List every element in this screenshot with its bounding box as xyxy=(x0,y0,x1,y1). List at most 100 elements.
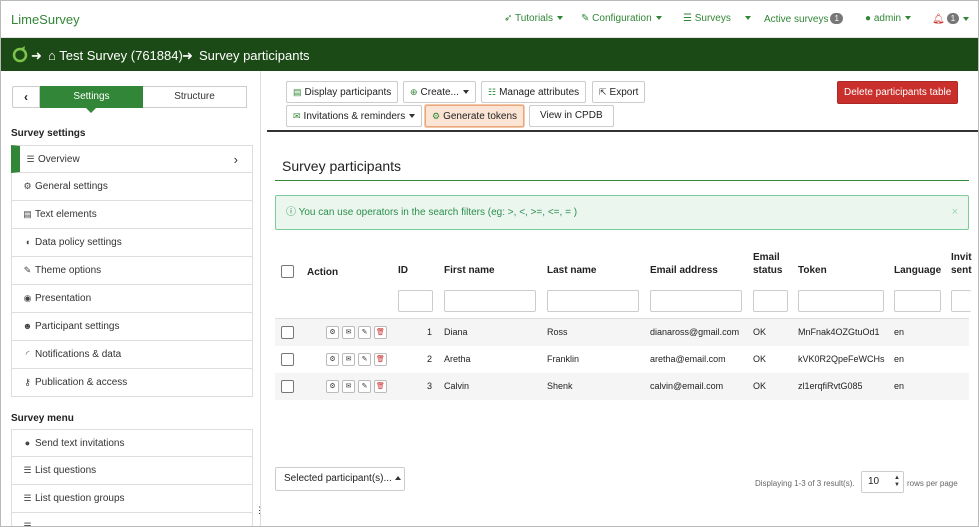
view-in-cpdb-button[interactable]: View in CPDB xyxy=(529,105,614,127)
limesurvey-logo-icon[interactable] xyxy=(11,45,29,63)
invitations-reminders-button[interactable]: ✉ Invitations & reminders xyxy=(286,105,423,127)
active-surveys-link[interactable]: Active surveys 1 xyxy=(764,13,843,25)
column-header-first-name[interactable]: First name xyxy=(444,264,495,277)
delete-trash-icon[interactable]: 🗑︎ xyxy=(374,353,387,366)
sidebar-item-list-question-groups[interactable]: ☰ List question groups xyxy=(11,485,253,513)
table-row: ⚙ ✉ ✎ 🗑︎ 1 Diana Ross dianaross@gmail.co… xyxy=(275,319,969,346)
sidebar-item-partial[interactable]: ☰ xyxy=(11,513,253,526)
document-icon: ▤ xyxy=(23,209,32,219)
delete-participants-table-button[interactable]: Delete participants table xyxy=(837,81,959,104)
filter-id[interactable] xyxy=(398,290,433,312)
column-header-last-name[interactable]: Last name xyxy=(547,264,596,277)
sidebar-resize-handle[interactable]: ⋮ xyxy=(255,505,264,516)
row-checkbox[interactable] xyxy=(281,353,294,366)
column-header-token[interactable]: Token xyxy=(798,264,827,277)
sidebar-item-participant-settings[interactable]: ☻ Participant settings xyxy=(11,313,253,341)
edit-pencil-icon[interactable]: ✎ xyxy=(358,380,371,393)
sidebar-item-send-text-invitations[interactable]: ● Send text invitations xyxy=(11,429,253,457)
cell-email: aretha@email.com xyxy=(650,354,726,364)
breadcrumb-survey[interactable]: ⌂ Test Survey (761884) xyxy=(48,48,183,63)
sidebar-item-overview[interactable]: ☰ Overview › xyxy=(11,145,253,173)
configuration-label: Configuration xyxy=(592,13,652,24)
filter-token[interactable] xyxy=(798,290,884,312)
edit-attributes-gear-icon[interactable]: ⚙ xyxy=(326,326,339,339)
generate-tokens-button[interactable]: ⚙ Generate tokens xyxy=(425,105,525,127)
send-invitation-envelope-icon[interactable]: ✉ xyxy=(342,380,355,393)
updown-icon: ▲ ▼ xyxy=(894,475,900,488)
breadcrumb-bar: ➜ ⌂ Test Survey (761884) ➜ Survey partic… xyxy=(1,38,978,71)
caret-down-icon xyxy=(963,17,970,22)
survey-menu-heading: Survey menu xyxy=(11,413,74,424)
tutorials-menu[interactable]: ➶ Tutorials xyxy=(504,13,563,24)
export-button[interactable]: ⇱ Export xyxy=(592,81,646,103)
caret-up-icon xyxy=(394,476,401,481)
tasks-icon: ☷ xyxy=(488,87,497,97)
send-invitation-envelope-icon[interactable]: ✉ xyxy=(342,326,355,339)
notifications-menu[interactable]: 🔔︎ 1 xyxy=(932,13,970,25)
rows-per-page-select[interactable]: 10 ▲ ▼ xyxy=(861,471,904,493)
collapse-sidebar-button[interactable]: ‹ xyxy=(12,86,40,108)
breadcrumb-arrow-icon: ➜ xyxy=(182,48,193,63)
chevron-right-icon: › xyxy=(233,152,238,167)
column-header-email-status[interactable]: Email status xyxy=(753,251,782,277)
wrench-icon: ✎ xyxy=(581,13,593,24)
filter-email-status[interactable] xyxy=(753,290,788,312)
surveys-dropdown-toggle[interactable] xyxy=(741,13,751,24)
toolbar-divider xyxy=(267,130,978,132)
active-surveys-label: Active surveys xyxy=(764,14,829,25)
edit-attributes-gear-icon[interactable]: ⚙ xyxy=(326,353,339,366)
cell-last-name: Franklin xyxy=(547,354,580,364)
key-icon: ⚷ xyxy=(24,377,31,387)
select-all-checkbox[interactable] xyxy=(281,265,294,278)
caret-down-icon xyxy=(556,16,563,21)
filter-last-name[interactable] xyxy=(547,290,639,312)
breadcrumb-arrow-icon: ➜ xyxy=(31,48,42,63)
sidebar-item-text-elements[interactable]: ▤ Text elements xyxy=(11,201,253,229)
column-header-email[interactable]: Email address xyxy=(650,264,718,277)
sidebar-item-publication[interactable]: ⚷ Publication & access xyxy=(11,369,253,397)
user-icon: ● xyxy=(865,13,874,24)
tab-settings[interactable]: Settings xyxy=(40,86,143,113)
filter-invitation-sent[interactable] xyxy=(951,290,971,312)
selected-participants-dropdown[interactable]: Selected participant(s)... xyxy=(275,467,405,491)
column-header-language[interactable]: Language xyxy=(894,264,941,277)
display-participants-label: Display participants xyxy=(304,87,392,98)
sidebar-item-data-policy[interactable]: ◖ Data policy settings xyxy=(11,229,253,257)
survey-settings-heading: Survey settings xyxy=(11,128,86,139)
create-dropdown-button[interactable]: ⊕ Create... xyxy=(403,81,476,103)
sidebar-item-presentation[interactable]: ◉ Presentation xyxy=(11,285,253,313)
row-checkbox[interactable] xyxy=(281,326,294,339)
filter-first-name[interactable] xyxy=(444,290,536,312)
column-header-invitation-sent[interactable]: Invit sent xyxy=(951,251,972,277)
display-participants-button[interactable]: ▤ Display participants xyxy=(286,81,399,103)
brand-logo[interactable]: LimeSurvey xyxy=(11,12,80,27)
cell-email-status: OK xyxy=(753,327,767,337)
home-icon: ⌂ xyxy=(48,48,60,63)
edit-pencil-icon[interactable]: ✎ xyxy=(358,326,371,339)
sidebar-item-general-settings[interactable]: ⚙ General settings xyxy=(11,173,253,201)
delete-trash-icon[interactable]: 🗑︎ xyxy=(374,380,387,393)
column-header-id[interactable]: ID xyxy=(398,264,408,277)
cell-token: kVK0R2QpeFeWCHs xyxy=(798,354,885,364)
edit-attributes-gear-icon[interactable]: ⚙ xyxy=(326,380,339,393)
close-alert-button[interactable]: × xyxy=(952,196,958,229)
comment-icon: ● xyxy=(24,438,31,448)
filter-email[interactable] xyxy=(650,290,742,312)
tab-structure[interactable]: Structure xyxy=(143,86,247,108)
sidebar-item-list-questions[interactable]: ☰ List questions xyxy=(11,457,253,485)
configuration-menu[interactable]: ✎ Configuration xyxy=(581,13,662,24)
send-invitation-envelope-icon[interactable]: ✉ xyxy=(342,353,355,366)
edit-pencil-icon[interactable]: ✎ xyxy=(358,353,371,366)
row-checkbox[interactable] xyxy=(281,380,294,393)
admin-menu[interactable]: ● admin xyxy=(865,13,912,24)
filter-language[interactable] xyxy=(894,290,941,312)
list-icon: ☰ xyxy=(23,465,32,475)
sidebar-item-theme-options[interactable]: ✎ Theme options xyxy=(11,257,253,285)
sidebar-item-notifications[interactable]: ◜ Notifications & data xyxy=(11,341,253,369)
manage-attributes-button[interactable]: ☷ Manage attributes xyxy=(481,81,587,103)
top-navbar: LimeSurvey ➶ Tutorials ✎ Configuration ☰… xyxy=(1,1,978,38)
delete-trash-icon[interactable]: 🗑︎ xyxy=(374,326,387,339)
surveys-menu[interactable]: ☰ Surveys xyxy=(683,13,731,24)
generate-tokens-label: Generate tokens xyxy=(443,111,518,122)
manage-attributes-label: Manage attributes xyxy=(499,87,580,98)
